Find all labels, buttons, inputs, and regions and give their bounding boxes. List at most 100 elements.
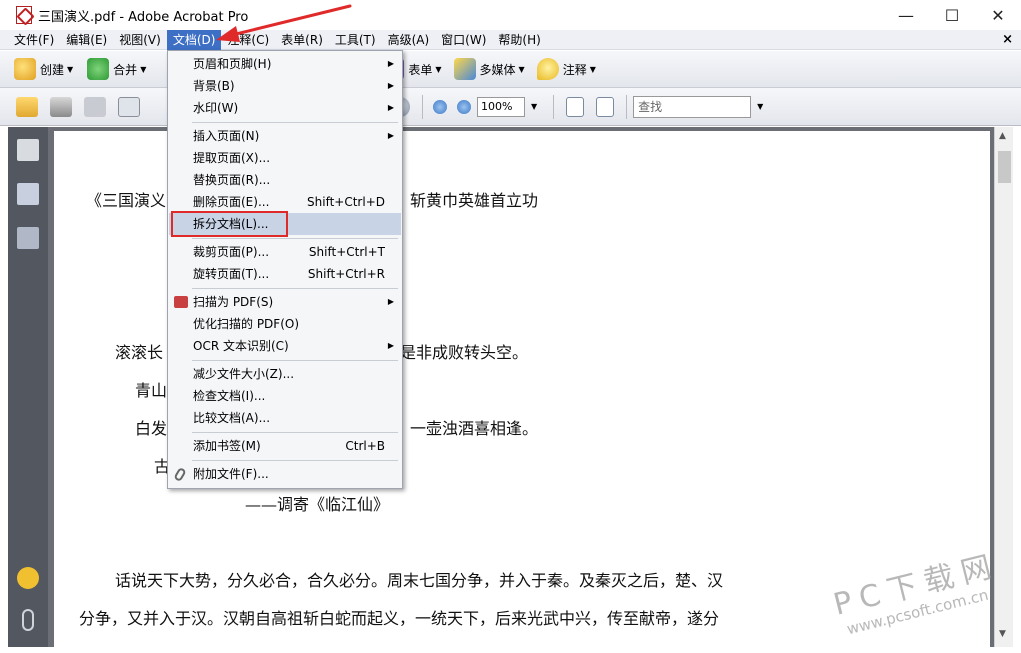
menu-item-delete-pages[interactable]: 删除页面(E)... Shift+Ctrl+D [169,191,401,213]
menu-help[interactable]: 帮助(H) [492,30,546,50]
find-input[interactable]: 查找 [633,95,752,118]
menu-item-extract-pages[interactable]: 提取页面(X)... [169,147,401,169]
tasks-toolbar: 创建 ▼ 合并 ▼ 表单 ▼ 多媒体 ▼ 注释 ▼ [0,51,1021,88]
menu-item-shortcut: Shift+Ctrl+D [307,195,385,209]
menu-item-shortcut: Shift+Ctrl+R [307,267,385,281]
menu-document[interactable]: 文档(D) [166,29,222,50]
chevron-down-icon: ▼ [140,64,147,74]
merge-label: 合并 [113,62,138,77]
menu-item-shortcut: Ctrl+B [345,439,385,453]
comments-icon[interactable] [17,567,39,589]
doc-poem-attribution: ——调寄《临江仙》 [245,495,390,514]
navigation-pane [8,127,48,647]
chevron-down-icon: ▼ [67,64,74,74]
comment-icon [536,58,559,80]
submenu-arrow-icon: ▶ [387,297,394,306]
fit-page-icon[interactable] [596,96,615,117]
menu-item-label: 页眉和页脚(H) [193,57,272,71]
scroll-thumb[interactable] [998,151,1011,183]
multimedia-icon [453,58,476,80]
create-label: 创建 [40,62,65,77]
doc-poem-line: 一壶浊酒喜相逢。 [410,419,539,438]
menu-item-label: 比较文档(A)... [193,411,271,425]
submenu-arrow-icon: ▶ [387,59,394,68]
comment-button[interactable]: 注释 ▼ [533,56,600,82]
menu-item-attach-file[interactable]: 附加文件(F)... [169,463,401,485]
scroll-down-icon[interactable]: ▼ [999,629,1006,639]
menu-item-label: 减少文件大小(Z)... [193,367,295,381]
scroll-up-icon[interactable]: ▲ [999,131,1006,141]
menu-item-shortcut: Shift+Ctrl+T [308,245,385,259]
close-document-icon[interactable]: × [1002,32,1013,47]
menu-item-background[interactable]: 背景(B) ▶ [169,75,401,97]
menu-item-scan-to-pdf[interactable]: 扫描为 PDF(S) ▶ [169,291,401,313]
menu-item-label: 优化扫描的 PDF(O) [193,317,300,331]
toolbar-divider [626,94,628,119]
zoom-out-icon[interactable] [433,99,447,114]
menu-advanced[interactable]: 高级(A) [382,30,436,50]
menu-divider [192,460,398,461]
menu-divider [192,432,398,433]
title-bar: 三国演义.pdf - Adobe Acrobat Pro — ☐ ✕ [0,0,1021,30]
menu-item-compare-documents[interactable]: 比较文档(A)... [169,407,401,429]
menu-file[interactable]: 文件(F) [8,30,60,50]
doc-paragraph-line: 话说天下大势，分久必合，合久必分。周末七国分争，并入于秦。及秦灭之后，楚、汉 [115,571,724,590]
multimedia-button[interactable]: 多媒体 ▼ [450,56,529,82]
signatures-icon[interactable] [17,227,39,249]
menu-item-add-bookmark[interactable]: 添加书签(M) Ctrl+B [169,435,401,457]
email-icon[interactable] [118,96,140,117]
menu-item-label: 旋转页面(T)... [193,267,270,281]
chevron-down-icon: ▼ [435,64,442,74]
menu-bar: 文件(F) 编辑(E) 视图(V) 文档(D) 注释(C) 表单(R) 工具(T… [0,29,1021,50]
menu-window[interactable]: 窗口(W) [435,30,492,50]
menu-item-crop-pages[interactable]: 裁剪页面(P)... Shift+Ctrl+T [169,241,401,263]
fit-width-icon[interactable] [566,96,585,117]
menu-item-replace-pages[interactable]: 替换页面(R)... [169,169,401,191]
menu-item-label: 裁剪页面(P)... [193,245,270,259]
menu-item-rotate-pages[interactable]: 旋转页面(T)... Shift+Ctrl+R [169,263,401,285]
document-menu: 页眉和页脚(H) ▶ 背景(B) ▶ 水印(W) ▶ 插入页面(N) ▶ 提取页面(X)… [167,50,403,489]
zoom-in-icon[interactable] [457,99,471,114]
menu-item-label: 删除页面(E)... [193,195,270,209]
menu-item-label: 背景(B) [193,79,235,93]
close-button[interactable]: ✕ [975,0,1021,30]
chevron-down-icon[interactable]: ▼ [757,102,763,111]
menu-edit[interactable]: 编辑(E) [60,30,113,50]
menu-comments[interactable]: 注释(C) [221,30,275,50]
paperclip-icon [173,466,187,483]
menu-item-label: 添加书签(M) [193,439,261,453]
open-folder-icon[interactable] [16,96,38,117]
menu-item-reduce-size[interactable]: 减少文件大小(Z)... [169,363,401,385]
menu-divider [192,122,398,123]
comment-label: 注释 [562,62,587,77]
create-button[interactable]: 创建 ▼ [10,56,77,82]
doc-poem-line: 滚滚长 [115,343,164,362]
menu-item-label: OCR 文本识别(C) [193,339,289,353]
bookmarks-icon[interactable] [17,183,39,205]
chevron-down-icon[interactable]: ▼ [531,102,537,111]
menu-item-insert-pages[interactable]: 插入页面(N) ▶ [169,125,401,147]
chevron-down-icon: ▼ [589,64,596,74]
menu-item-ocr[interactable]: OCR 文本识别(C) ▶ [169,335,401,357]
doc-paragraph-line: 分争，又并入于汉。汉朝自高祖斩白蛇而起义，一统天下，后来光武中兴，传至献帝，遂分 [79,609,720,628]
acrobat-pdf-icon [16,6,32,24]
menu-item-examine-document[interactable]: 检查文档(I)... [169,385,401,407]
maximize-button[interactable]: ☐ [929,0,975,30]
menu-item-optimize-scan[interactable]: 优化扫描的 PDF(O) [169,313,401,335]
print-icon[interactable] [50,96,72,117]
merge-button[interactable]: 合并 ▼ [83,56,150,82]
minimize-button[interactable]: — [883,0,929,30]
menu-item-header-footer[interactable]: 页眉和页脚(H) ▶ [169,53,401,75]
menu-item-label: 检查文档(I)... [193,389,266,403]
menu-item-label: 插入页面(N) [193,129,260,143]
menu-tools[interactable]: 工具(T) [329,30,382,50]
pages-icon[interactable] [17,139,39,161]
menu-item-watermark[interactable]: 水印(W) ▶ [169,97,401,119]
submenu-arrow-icon: ▶ [387,341,394,350]
zoom-level-field[interactable]: 100% [477,96,525,117]
save-icon[interactable] [84,96,106,117]
window-title: 三国演义.pdf - Adobe Acrobat Pro [38,9,249,25]
attachments-icon[interactable] [22,609,34,631]
menu-view[interactable]: 视图(V) [113,30,167,50]
menu-forms[interactable]: 表单(R) [275,30,329,50]
